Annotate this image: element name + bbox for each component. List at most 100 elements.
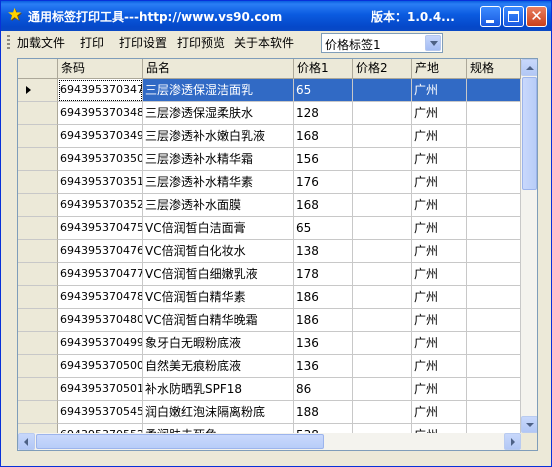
cell-barcode[interactable]: 6943953704998 [58, 332, 143, 355]
cell-spec[interactable] [467, 194, 521, 217]
cell-spec[interactable] [467, 79, 521, 102]
cell-spec[interactable] [467, 378, 521, 401]
table-row[interactable]: 6943953704752 VC倍润皙白洁面膏 65 广州 [18, 217, 521, 240]
column-header-price2[interactable]: 价格2 [353, 59, 412, 79]
cell-origin[interactable]: 广州 [412, 263, 467, 286]
cell-spec[interactable] [467, 309, 521, 332]
cell-barcode[interactable]: 6943953704783 [58, 286, 143, 309]
minimize-button[interactable] [480, 6, 501, 27]
cell-barcode[interactable]: 6943953703489 [58, 102, 143, 125]
cell-name[interactable]: 三层渗透保湿柔肤水 [143, 102, 294, 125]
cell-price2[interactable] [353, 125, 412, 148]
table-row[interactable]: 6943953703496 三层渗透补水嫩白乳液 168 广州 [18, 125, 521, 148]
about-menu[interactable]: 关于本软件 [234, 35, 294, 51]
cell-name[interactable]: 三层渗透补水面膜 [143, 194, 294, 217]
cell-price1[interactable]: 65 [294, 217, 353, 240]
cell-origin[interactable]: 广州 [412, 378, 467, 401]
table-row[interactable]: 6943953704783 VC倍润皙白精华素 186 广州 [18, 286, 521, 309]
cell-origin[interactable]: 广州 [412, 401, 467, 424]
table-row[interactable]: 6943953704806 VC倍润皙白精华晚霜 186 广州 [18, 309, 521, 332]
cell-price2[interactable] [353, 194, 412, 217]
cell-price1[interactable]: 128 [294, 102, 353, 125]
cell-name[interactable]: 三层渗透补水精华霜 [143, 148, 294, 171]
table-row[interactable]: 6943953705018 补水防晒乳SPF18 86 广州 [18, 378, 521, 401]
print-preview-menu[interactable]: 打印预览 [177, 35, 225, 51]
row-header[interactable] [18, 217, 58, 240]
cell-spec[interactable] [467, 102, 521, 125]
cell-price1[interactable]: 176 [294, 171, 353, 194]
horizontal-scrollbar[interactable] [18, 433, 521, 450]
column-header-spec[interactable]: 规格 [467, 59, 521, 79]
table-row[interactable]: 6943953705452 润白嫩红泡沫隔离粉底 188 广州 [18, 401, 521, 424]
table-row[interactable]: 6943953705001 自然美无痕粉底液 136 广州 [18, 355, 521, 378]
cell-spec[interactable] [467, 401, 521, 424]
cell-origin[interactable]: 广州 [412, 309, 467, 332]
cell-barcode[interactable]: 6943953705001 [58, 355, 143, 378]
cell-price1[interactable]: 168 [294, 194, 353, 217]
table-row[interactable]: 6943953703489 三层渗透保湿柔肤水 128 广州 [18, 102, 521, 125]
cell-price2[interactable] [353, 309, 412, 332]
cell-barcode[interactable]: 6943953705018 [58, 378, 143, 401]
cell-price1[interactable]: 188 [294, 401, 353, 424]
cell-origin[interactable]: 广州 [412, 171, 467, 194]
print-menu[interactable]: 打印 [80, 35, 104, 51]
row-header[interactable] [18, 171, 58, 194]
cell-barcode[interactable]: 6943953703496 [58, 125, 143, 148]
cell-barcode[interactable]: 6943953703526 [58, 194, 143, 217]
cell-spec[interactable] [467, 355, 521, 378]
row-header[interactable] [18, 332, 58, 355]
cell-price2[interactable] [353, 171, 412, 194]
cell-origin[interactable]: 广州 [412, 148, 467, 171]
cell-spec[interactable] [467, 171, 521, 194]
cell-origin[interactable]: 广州 [412, 286, 467, 309]
cell-name[interactable]: VC倍润皙白化妆水 [143, 240, 294, 263]
cell-price1[interactable]: 136 [294, 332, 353, 355]
cell-spec[interactable] [467, 125, 521, 148]
table-row[interactable]: 6943953703526 三层渗透补水面膜 168 广州 [18, 194, 521, 217]
cell-price2[interactable] [353, 378, 412, 401]
print-settings-menu[interactable]: 打印设置 [119, 35, 167, 51]
vertical-scrollbar[interactable] [521, 59, 537, 433]
scroll-right-button[interactable] [504, 433, 521, 450]
cell-price2[interactable] [353, 332, 412, 355]
title-bar[interactable]: ★ 通用标签打印工具---http://www.vs90.com 版本：1.0.… [1, 1, 551, 31]
cell-origin[interactable]: 广州 [412, 217, 467, 240]
maximize-button[interactable] [503, 6, 524, 27]
row-header[interactable] [18, 286, 58, 309]
cell-price1[interactable]: 138 [294, 240, 353, 263]
cell-price1[interactable]: 178 [294, 263, 353, 286]
row-header[interactable] [18, 194, 58, 217]
cell-price1[interactable]: 186 [294, 309, 353, 332]
cell-price2[interactable] [353, 240, 412, 263]
cell-spec[interactable] [467, 286, 521, 309]
cell-origin[interactable]: 广州 [412, 79, 467, 102]
cell-name[interactable]: 润白嫩红泡沫隔离粉底 [143, 401, 294, 424]
chevron-down-icon[interactable] [425, 35, 441, 51]
cell-name[interactable]: 补水防晒乳SPF18 [143, 378, 294, 401]
cell-price2[interactable] [353, 79, 412, 102]
cell-price2[interactable] [353, 102, 412, 125]
row-header[interactable] [18, 263, 58, 286]
cell-barcode[interactable]: 6943953705452 [58, 401, 143, 424]
cell-origin[interactable]: 广州 [412, 194, 467, 217]
cell-barcode[interactable]: 6943953704776 [58, 263, 143, 286]
cell-barcode[interactable]: 6943953704806 [58, 309, 143, 332]
row-header[interactable] [18, 148, 58, 171]
cell-barcode[interactable]: 6943953703519 [58, 171, 143, 194]
row-header[interactable] [18, 125, 58, 148]
column-header-name[interactable]: 品名 [143, 59, 294, 79]
cell-barcode[interactable]: 6943953704752 [58, 217, 143, 240]
label-template-select[interactable]: 价格标签1 [321, 33, 443, 53]
cell-name[interactable]: VC倍润皙白洁面膏 [143, 217, 294, 240]
cell-spec[interactable] [467, 217, 521, 240]
cell-name[interactable]: 自然美无痕粉底液 [143, 355, 294, 378]
column-header-price1[interactable]: 价格1 [294, 59, 353, 79]
cell-price1[interactable]: 65 [294, 79, 353, 102]
cell-price2[interactable] [353, 217, 412, 240]
cell-price1[interactable]: 136 [294, 355, 353, 378]
cell-price1[interactable]: 86 [294, 378, 353, 401]
cell-price1[interactable]: 186 [294, 286, 353, 309]
table-row[interactable]: 6943953704776 VC倍润皙白细嫩乳液 178 广州 [18, 263, 521, 286]
cell-spec[interactable] [467, 332, 521, 355]
cell-name[interactable]: 象牙白无暇粉底液 [143, 332, 294, 355]
